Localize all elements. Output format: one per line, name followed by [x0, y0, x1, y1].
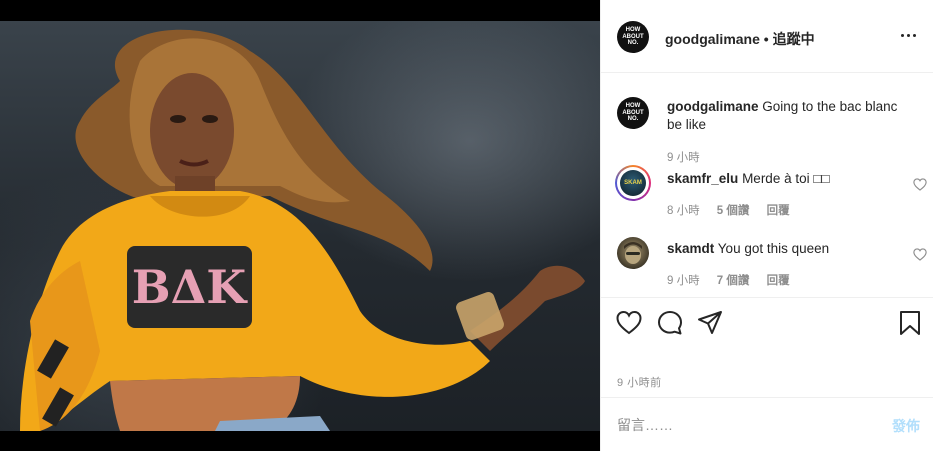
- separator-dot: •: [763, 31, 769, 47]
- comment-like-heart-icon[interactable]: [913, 178, 927, 191]
- comment-like-count[interactable]: 7 個讚: [717, 275, 750, 287]
- post-photo[interactable]: BΔK: [0, 21, 600, 431]
- comment-input[interactable]: [617, 414, 867, 436]
- comment-like-heart-icon[interactable]: [913, 248, 927, 261]
- commenter-avatar[interactable]: [617, 237, 649, 269]
- comment-item: skamdt You got this queen 9 小時 7 個讚 回覆: [617, 237, 927, 289]
- post-timestamp[interactable]: 9 小時前: [617, 374, 662, 390]
- post-header: HOW ABOUT NO. goodgalimane • 追蹤中: [601, 0, 933, 73]
- caption-author-avatar[interactable]: HOW ABOUT NO.: [617, 97, 649, 129]
- commenter-avatar-photo: [624, 242, 642, 264]
- commenter-avatar: SKAM: [620, 170, 646, 196]
- comment-timestamp[interactable]: 9 小時: [667, 275, 700, 287]
- post-actions-bar: 9 小時前: [601, 297, 933, 398]
- comment-meta: 9 小時 7 個讚 回覆: [667, 272, 804, 288]
- commenter-avatar-story-ring[interactable]: SKAM: [615, 165, 651, 201]
- avatar-logo-text: NO.: [627, 116, 639, 122]
- commenter-username-link[interactable]: skamfr_elu: [667, 171, 738, 186]
- caption-body: goodgalimane Going to the bac blanc be l…: [667, 98, 902, 134]
- comment-like-count[interactable]: 5 個讚: [717, 205, 750, 217]
- caption-meta: 9 小時: [667, 149, 714, 165]
- comment-timestamp[interactable]: 8 小時: [667, 205, 700, 217]
- caption-timestamp[interactable]: 9 小時: [667, 152, 700, 164]
- following-status-button[interactable]: 追蹤中: [773, 31, 815, 47]
- avatar-logo-text: NO.: [627, 40, 639, 46]
- comment-text: You got this queen: [717, 241, 830, 256]
- comment-reply-button[interactable]: 回覆: [767, 205, 790, 217]
- comment-text: Merde à toi □□: [742, 171, 830, 186]
- heart-icon[interactable]: [616, 310, 642, 336]
- author-avatar[interactable]: HOW ABOUT NO.: [617, 21, 649, 53]
- comments-list: HOW ABOUT NO. goodgalimane Going to the …: [601, 73, 933, 297]
- post-side-panel: HOW ABOUT NO. goodgalimane • 追蹤中 HOW ABO…: [600, 0, 933, 451]
- performer-illustration: BΔK: [20, 29, 585, 431]
- comment-meta: 8 小時 5 個讚 回覆: [667, 202, 804, 218]
- caption-item: HOW ABOUT NO. goodgalimane Going to the …: [617, 97, 917, 167]
- author-username-link[interactable]: goodgalimane: [665, 31, 760, 47]
- comment-reply-button[interactable]: 回覆: [767, 275, 790, 287]
- comment-item: SKAM skamfr_elu Merde à toi □□ 8 小時 5 個讚…: [615, 165, 927, 219]
- post-comment-button[interactable]: 發佈: [892, 416, 920, 436]
- bookmark-icon[interactable]: [897, 310, 923, 336]
- commenter-username-link[interactable]: skamdt: [667, 241, 714, 256]
- comment-body: skamdt You got this queen: [667, 240, 902, 258]
- author-line: goodgalimane • 追蹤中: [665, 29, 815, 49]
- comment-body: skamfr_elu Merde à toi □□: [667, 170, 902, 188]
- comment-bubble-icon[interactable]: [657, 310, 683, 336]
- caption-username-link[interactable]: goodgalimane: [667, 99, 759, 114]
- paper-plane-icon[interactable]: [697, 310, 723, 336]
- post-media[interactable]: BΔK: [0, 0, 600, 451]
- svg-text:BΔK: BΔK: [132, 260, 249, 314]
- more-options-icon[interactable]: [899, 27, 919, 43]
- comment-composer: 發佈: [601, 397, 933, 451]
